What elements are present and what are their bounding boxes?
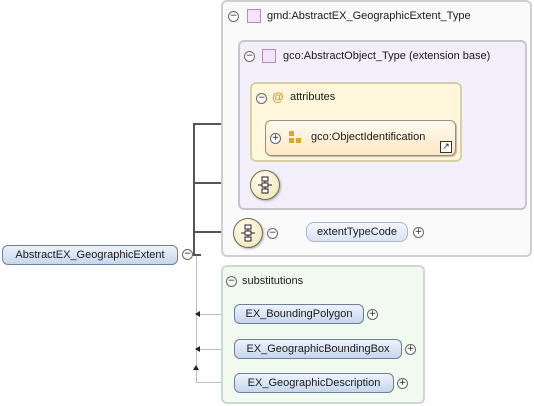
substitution-element[interactable]: EX_GeographicBoundingBox bbox=[234, 339, 402, 359]
collapse-minus-icon[interactable]: − bbox=[226, 276, 237, 287]
object-identification-label: gco:ObjectIdentification bbox=[311, 131, 426, 143]
substitution-label: EX_BoundingPolygon bbox=[245, 308, 353, 320]
attribute-at-icon: @ bbox=[272, 90, 284, 104]
collapse-minus-icon[interactable]: − bbox=[256, 93, 267, 104]
extent-type-code-element[interactable]: extentTypeCode bbox=[306, 222, 408, 242]
complex-type-icon bbox=[247, 9, 261, 23]
substitution-element[interactable]: EX_BoundingPolygon bbox=[234, 304, 364, 324]
external-link-icon[interactable]: ↗ bbox=[440, 141, 452, 153]
sequence-compositor-icon[interactable] bbox=[250, 170, 280, 200]
arrow-left-icon bbox=[195, 346, 200, 352]
extent-type-code-label: extentTypeCode bbox=[316, 226, 398, 238]
arrow-left-icon bbox=[195, 311, 200, 317]
expand-plus-icon[interactable]: + bbox=[367, 309, 378, 320]
expand-plus-icon[interactable]: + bbox=[270, 133, 281, 144]
arrow-up-icon bbox=[193, 365, 199, 370]
collapse-minus-icon[interactable]: − bbox=[228, 11, 239, 22]
attribute-group-icon bbox=[289, 131, 303, 145]
collapse-minus-icon[interactable]: − bbox=[267, 228, 278, 239]
root-element-label: AbstractEX_GeographicExtent bbox=[15, 249, 165, 261]
object-identification-group[interactable]: + gco:ObjectIdentification ↗ bbox=[265, 120, 456, 156]
complex-type-box: − gmd:AbstractEX_GeographicExtent_Type −… bbox=[221, 0, 532, 257]
expand-plus-icon[interactable]: + bbox=[405, 344, 416, 355]
attributes-box: − @ attributes + gco:ObjectIdentificatio… bbox=[250, 82, 462, 162]
substitution-label: EX_GeographicDescription bbox=[247, 377, 381, 389]
attributes-label: attributes bbox=[290, 91, 336, 103]
complex-type-label: gmd:AbstractEX_GeographicExtent_Type bbox=[267, 10, 471, 22]
substitution-label: EX_GeographicBoundingBox bbox=[246, 343, 390, 355]
complex-type-icon bbox=[262, 49, 276, 63]
collapse-minus-icon[interactable]: − bbox=[182, 249, 193, 260]
sequence-compositor-icon[interactable] bbox=[233, 218, 263, 248]
extension-base-box: − gco:AbstractObject_Type (extension bas… bbox=[238, 40, 527, 210]
expand-plus-icon[interactable]: + bbox=[397, 378, 408, 389]
substitutions-label: substitutions bbox=[242, 275, 304, 287]
substitution-element[interactable]: EX_GeographicDescription bbox=[234, 373, 394, 393]
root-element[interactable]: AbstractEX_GeographicExtent bbox=[2, 245, 178, 265]
expand-plus-icon[interactable]: + bbox=[413, 227, 424, 238]
collapse-minus-icon[interactable]: − bbox=[244, 51, 255, 62]
extension-base-label: gco:AbstractObject_Type (extension base) bbox=[283, 50, 491, 62]
substitution-vertical-connector bbox=[196, 256, 197, 382]
main-vertical-connector bbox=[193, 123, 195, 255]
